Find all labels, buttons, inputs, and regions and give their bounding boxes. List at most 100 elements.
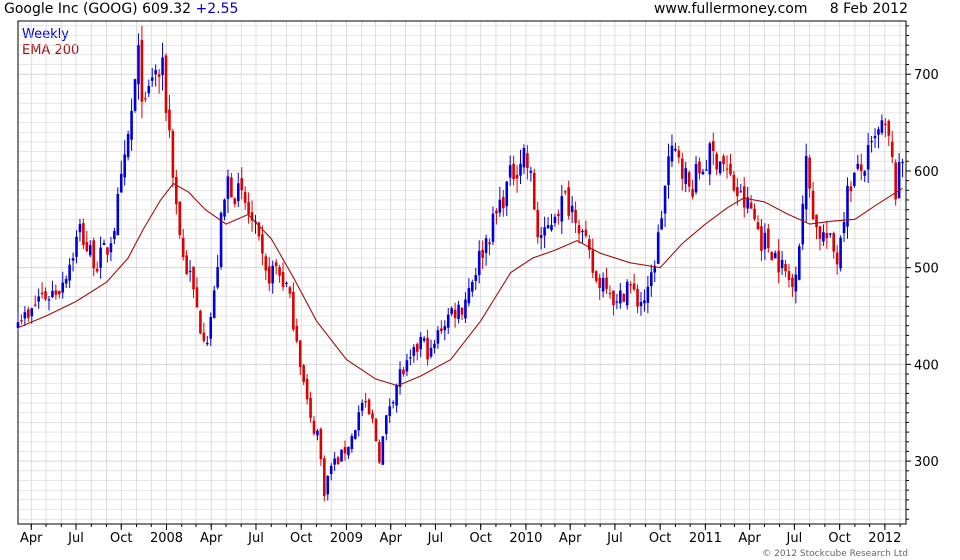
y-tick-label: 700 bbox=[914, 68, 939, 83]
candle-body bbox=[532, 172, 536, 210]
candle-body bbox=[54, 290, 58, 295]
candle-body bbox=[123, 154, 126, 178]
candle-body bbox=[557, 213, 560, 217]
candle-body bbox=[130, 110, 133, 140]
x-tick-label: Oct bbox=[110, 531, 132, 546]
x-tick-label: 2009 bbox=[330, 531, 363, 546]
candle-body bbox=[560, 196, 564, 222]
candle-body bbox=[429, 347, 433, 357]
candle-body bbox=[756, 222, 760, 230]
candle-body bbox=[853, 172, 856, 186]
chart-grid bbox=[18, 21, 906, 524]
candle-body bbox=[226, 176, 230, 199]
candlesticks bbox=[16, 25, 904, 502]
candle-body bbox=[422, 338, 426, 341]
candle-body bbox=[718, 161, 722, 174]
candle-body bbox=[591, 250, 595, 273]
candle-body bbox=[763, 232, 767, 250]
candle-body bbox=[890, 141, 894, 158]
candle-body bbox=[278, 267, 281, 276]
candle-body bbox=[367, 399, 371, 415]
candle-body bbox=[570, 205, 574, 213]
candle-body bbox=[767, 228, 770, 248]
candle-body bbox=[608, 292, 612, 295]
candle-body bbox=[329, 465, 333, 475]
candle-body bbox=[119, 173, 123, 193]
candle-body bbox=[450, 308, 453, 314]
candle-body bbox=[354, 430, 357, 439]
candle-body bbox=[619, 290, 622, 304]
candle-body bbox=[460, 307, 464, 315]
y-axis: 300 400 500 600 700 bbox=[906, 25, 939, 520]
candle-body bbox=[543, 227, 546, 236]
candle-body bbox=[639, 302, 643, 307]
candle-body bbox=[212, 290, 216, 318]
candle-body bbox=[88, 245, 92, 256]
candle-body bbox=[811, 190, 815, 220]
candle-body bbox=[402, 369, 405, 375]
candle-body bbox=[178, 201, 182, 235]
candle-body bbox=[536, 210, 540, 238]
candle-body bbox=[539, 235, 543, 238]
candle-body bbox=[109, 243, 113, 253]
candle-body bbox=[453, 309, 457, 319]
candle-body bbox=[711, 141, 715, 151]
candle-body bbox=[20, 320, 23, 322]
candle-body bbox=[236, 183, 240, 202]
candle-body bbox=[901, 161, 904, 164]
candle-body bbox=[347, 446, 350, 456]
candle-body bbox=[670, 145, 674, 162]
x-tick-label: Oct bbox=[649, 531, 671, 546]
x-tick-label: Apr bbox=[738, 531, 761, 546]
candle-body bbox=[360, 402, 364, 411]
candle-body bbox=[777, 250, 780, 273]
candle-body bbox=[839, 237, 842, 269]
candle-body bbox=[58, 291, 61, 295]
x-tick-label: Apr bbox=[20, 531, 43, 546]
candle-body bbox=[636, 288, 639, 307]
candle-body bbox=[612, 290, 615, 306]
candle-body bbox=[137, 45, 140, 85]
candle-body bbox=[477, 250, 481, 276]
x-axis: Apr Jul Oct 2008 Apr Jul Oct 2009 Apr Jul Oct 2010 A… bbox=[20, 524, 901, 546]
candle-body bbox=[687, 172, 691, 187]
candle-body bbox=[870, 140, 873, 143]
x-tick-label: Oct bbox=[469, 531, 491, 546]
candle-body bbox=[822, 232, 825, 242]
candle-body bbox=[677, 150, 681, 158]
candle-body bbox=[323, 458, 326, 496]
candle-body bbox=[157, 74, 161, 77]
candle-body bbox=[698, 161, 701, 174]
candle-body bbox=[505, 181, 509, 207]
candle-body bbox=[71, 258, 75, 261]
candle-body bbox=[660, 218, 663, 230]
candle-body bbox=[818, 226, 822, 239]
candle-body bbox=[615, 301, 619, 303]
candle-body bbox=[185, 255, 188, 275]
x-tick-label: 2008 bbox=[150, 531, 183, 546]
candle-body bbox=[863, 171, 866, 176]
candle-body bbox=[192, 266, 195, 290]
candle-body bbox=[563, 191, 567, 193]
candle-body bbox=[798, 246, 801, 280]
candle-body bbox=[550, 224, 553, 231]
candle-body bbox=[288, 287, 292, 294]
candle-body bbox=[405, 360, 409, 372]
candle-body bbox=[877, 129, 880, 135]
x-tick-label: Jul bbox=[247, 531, 264, 546]
x-tick-label: Jul bbox=[786, 531, 803, 546]
candle-body bbox=[828, 233, 832, 235]
candle-body bbox=[243, 191, 247, 203]
candle-body bbox=[729, 163, 732, 175]
candle-body bbox=[773, 252, 777, 259]
candle-body bbox=[316, 430, 319, 436]
candle-body bbox=[553, 216, 557, 224]
candle-body bbox=[78, 224, 82, 233]
candle-body bbox=[849, 186, 853, 192]
x-tick-label: Jul bbox=[606, 531, 623, 546]
candle-body bbox=[113, 231, 116, 240]
y-tick-label: 400 bbox=[914, 358, 939, 373]
candle-body bbox=[522, 147, 526, 168]
candle-body bbox=[832, 233, 836, 252]
x-tick-label: Jul bbox=[427, 531, 444, 546]
